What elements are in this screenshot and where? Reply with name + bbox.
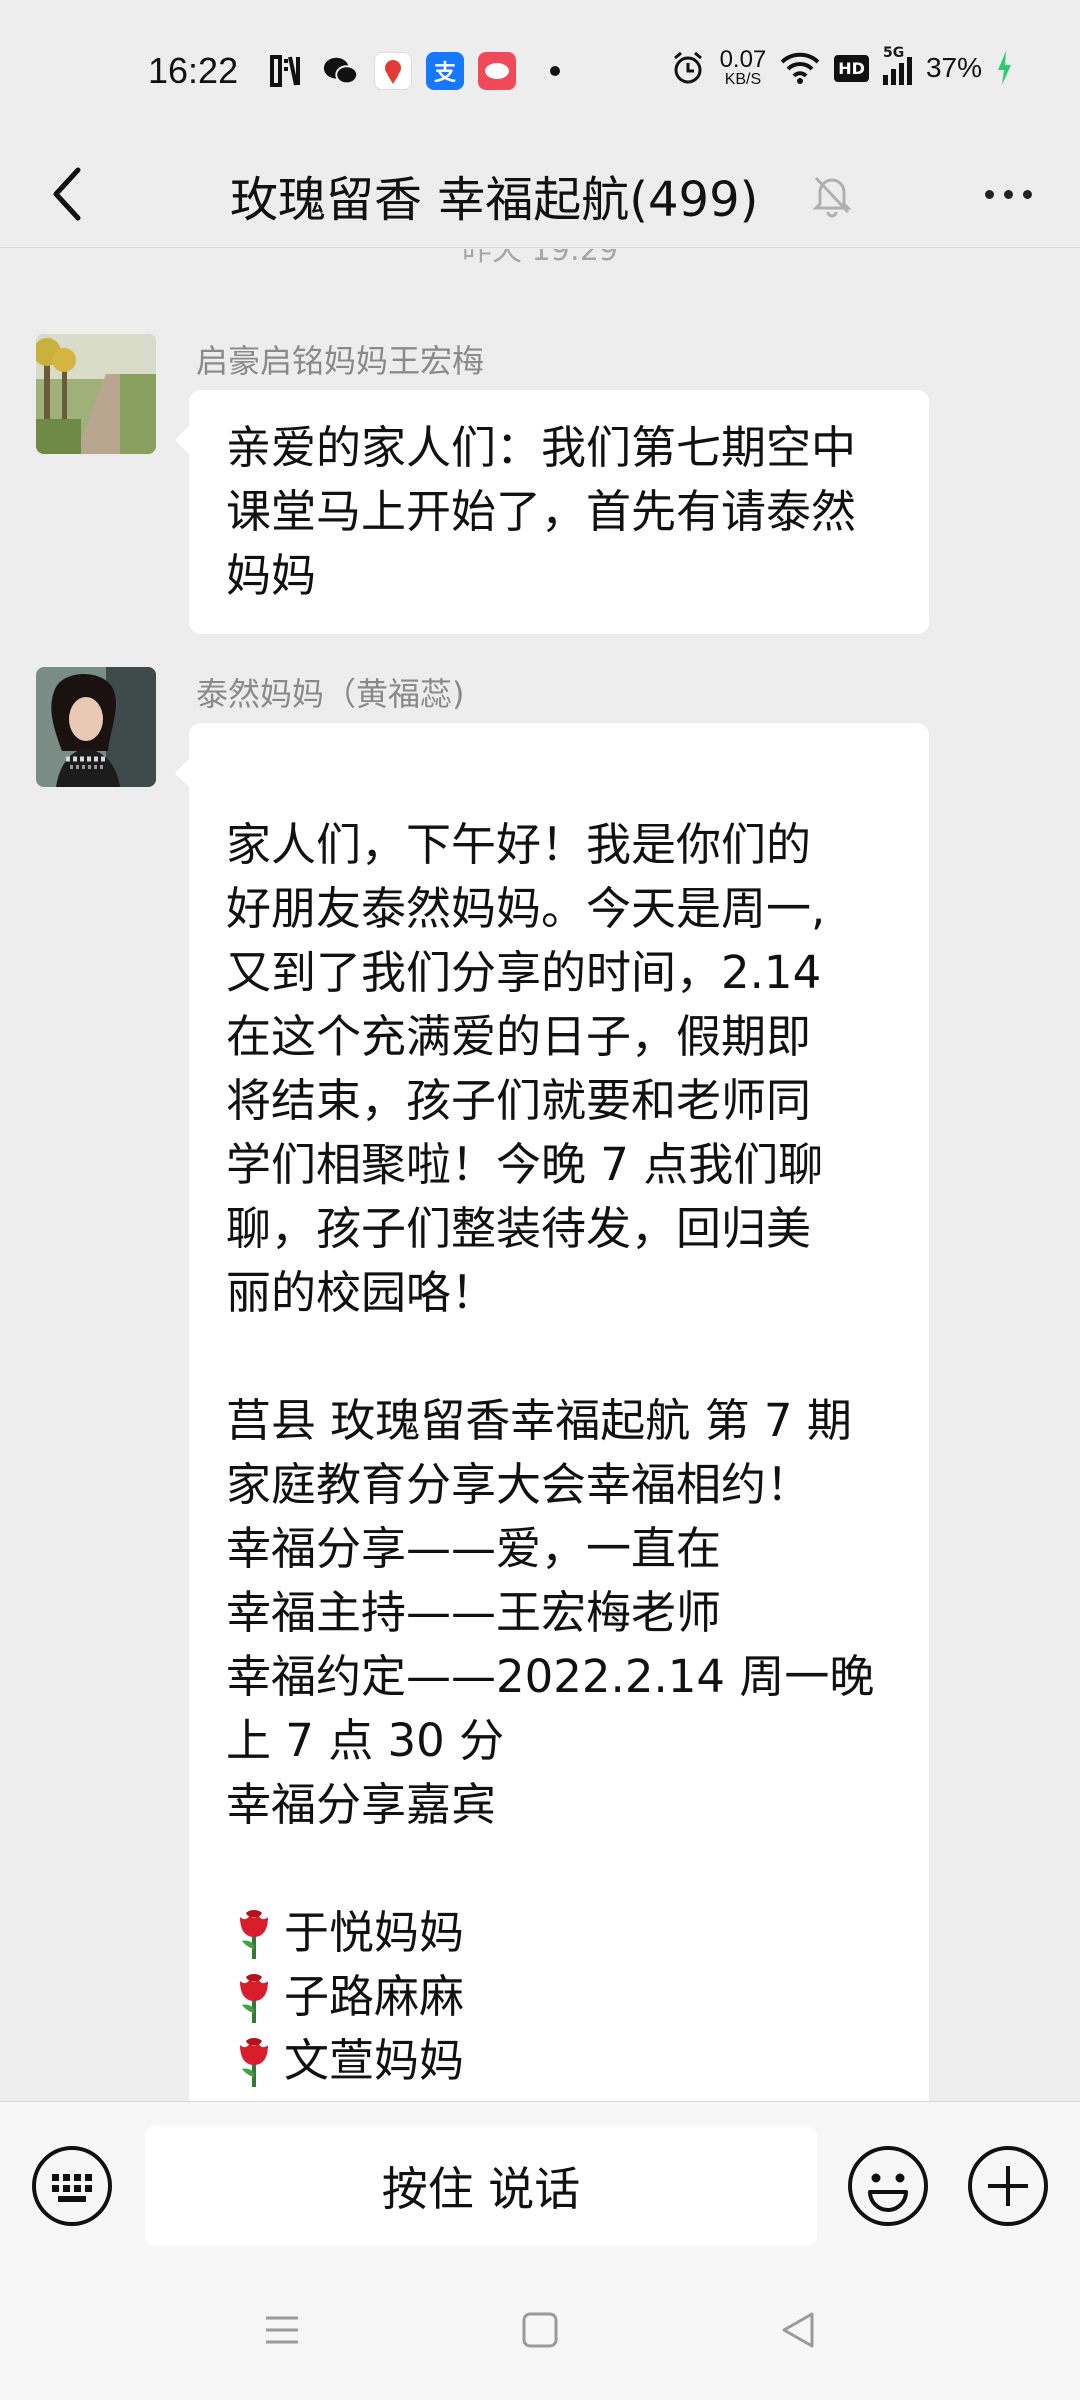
emoji-button[interactable] [846, 2144, 930, 2228]
cell-signal-icon: 5G [882, 45, 912, 85]
message-line: 聊，孩子们整装待发，回归美 [226, 1202, 812, 1255]
message-line: 将结束，孩子们就要和老师同 [226, 1074, 812, 1127]
rose-icon [240, 2038, 268, 2087]
message-timestamp: 昨天 19:29 [462, 249, 618, 268]
rose-icon [240, 1974, 268, 2023]
alipay-icon: 支 [426, 52, 464, 90]
chat-header: 玫瑰留香 幸福起航(499) [0, 140, 1080, 248]
menu-nav-button[interactable] [252, 2305, 312, 2355]
map-app-icon [374, 52, 412, 90]
message-line: 上 7 点 30 分 [226, 1714, 505, 1767]
message-text: 家人们，下午好！我是你们的 好朋友泰然妈妈。今天是周一, 又到了我们分享的时间，2.… [226, 813, 899, 1837]
mute-bell-icon [812, 176, 852, 218]
guest-name: 文萱妈妈 [284, 2034, 465, 2087]
hold-to-talk-button[interactable]: 按住 说话 [145, 2126, 817, 2246]
message-line: 幸福约定——2022.2.14 周一晚 [226, 1650, 875, 1703]
square-icon [522, 2312, 558, 2348]
battery-percent: 37% [925, 52, 982, 83]
dot-icon [1022, 189, 1032, 199]
back-button[interactable] [36, 162, 100, 226]
keyboard-icon [32, 2146, 112, 2226]
message-list[interactable]: 昨天 19:29 启豪启铭妈妈王宏梅 亲爱的家人们：我们第七期空中课堂马上开始了… [0, 249, 1080, 2101]
rose-icon [240, 1910, 268, 1959]
guest-item: 文萱妈妈 [226, 2029, 899, 2093]
chevron-left-icon [53, 167, 81, 221]
status-time: 16:22 [148, 50, 239, 91]
alarm-icon [673, 51, 702, 84]
status-bar: 16:22 支 0.07 KB/S HD 5G 37% [0, 0, 1080, 140]
message-bubble[interactable]: 亲爱的家人们：我们第七期空中课堂马上开始了，首先有请泰然妈妈 [175, 390, 929, 634]
smiley-icon [848, 2146, 928, 2226]
message-line: 家人们，下午好！我是你们的 [226, 818, 812, 871]
system-indicators: 0.07 KB/S HD 5G 37% [670, 45, 1012, 88]
avatar[interactable] [36, 667, 156, 787]
avatar[interactable] [36, 334, 156, 454]
chat-input-bar: 按住 说话 [0, 2101, 1080, 2261]
hd-badge: HD [834, 54, 869, 82]
message-line: 幸福分享嘉宾 [226, 1778, 497, 1831]
dot-icon [1003, 189, 1013, 199]
dot-icon [984, 189, 994, 199]
message-item: 启豪启铭妈妈王宏梅 亲爱的家人们：我们第七期空中课堂马上开始了，首先有请泰然妈妈 [36, 334, 1036, 634]
message-item: 泰然妈妈（黄福蕊) 家人们，下午好！我是你们的 好朋友泰然妈妈。今天是周一, 又到了… [36, 667, 1036, 2101]
network-speed: 0.07 KB/S [720, 48, 767, 88]
system-navigation-bar [0, 2261, 1080, 2400]
keyboard-toggle-button[interactable] [30, 2144, 114, 2228]
plus-icon [968, 2146, 1048, 2226]
message-line [226, 1325, 899, 1389]
guest-item: 子路麻麻 [226, 1965, 899, 2029]
more-notifications-dot [550, 66, 560, 76]
guest-name: 子路麻麻 [284, 1970, 465, 2023]
message-line: 幸福主持——王宏梅老师 [226, 1586, 722, 1639]
message-line: 家庭教育分享大会幸福相约！ [226, 1458, 812, 1511]
triangle-back-icon [782, 2312, 814, 2348]
more-functions-button[interactable] [966, 2144, 1050, 2228]
more-options-button[interactable] [972, 166, 1044, 222]
guest-list: 于悦妈妈子路麻麻文萱妈妈小泉妈妈 [226, 1901, 899, 2101]
guest-name: 于悦妈妈 [284, 1906, 465, 1959]
listen-app-icon [268, 52, 308, 90]
menu-icon [266, 2316, 298, 2344]
message-line: 学们相聚啦！今晚 7 点我们聊 [226, 1138, 824, 1191]
notification-icons: 支 [268, 52, 560, 90]
sender-name: 启豪启铭妈妈王宏梅 [196, 342, 485, 380]
guest-name: 小泉妈妈 [284, 2093, 464, 2101]
message-line: 幸福分享——爱，一直在 [226, 1522, 722, 1575]
network-speed-value: 0.07 [719, 46, 767, 73]
signal-label: 5G [882, 45, 905, 61]
wifi-icon [780, 52, 820, 84]
home-nav-button[interactable] [510, 2305, 570, 2355]
network-speed-unit: KB/S [724, 71, 762, 88]
wechat-icon [322, 52, 360, 90]
red-app-icon [478, 52, 516, 90]
message-line: 莒县 玫瑰留香幸福起航 第 7 期 [226, 1394, 852, 1447]
message-line: 丽的校园咯！ [226, 1266, 497, 1319]
message-line: 又到了我们分享的时间，2.14 [226, 946, 822, 999]
sender-name: 泰然妈妈（黄福蕊) [196, 675, 465, 713]
guest-item: 于悦妈妈 [226, 1901, 899, 1965]
chat-title: 玫瑰留香 幸福起航(499) [230, 172, 759, 228]
back-nav-button[interactable] [768, 2305, 828, 2355]
message-line: 在这个充满爱的日子，假期即 [226, 1010, 812, 1063]
message-bubble[interactable]: 家人们，下午好！我是你们的 好朋友泰然妈妈。今天是周一, 又到了我们分享的时间，2.… [175, 723, 929, 2101]
guest-item: 小泉妈妈 [226, 2093, 899, 2101]
charging-icon [998, 51, 1011, 85]
message-line: 好朋友泰然妈妈。今天是周一, [226, 882, 826, 935]
